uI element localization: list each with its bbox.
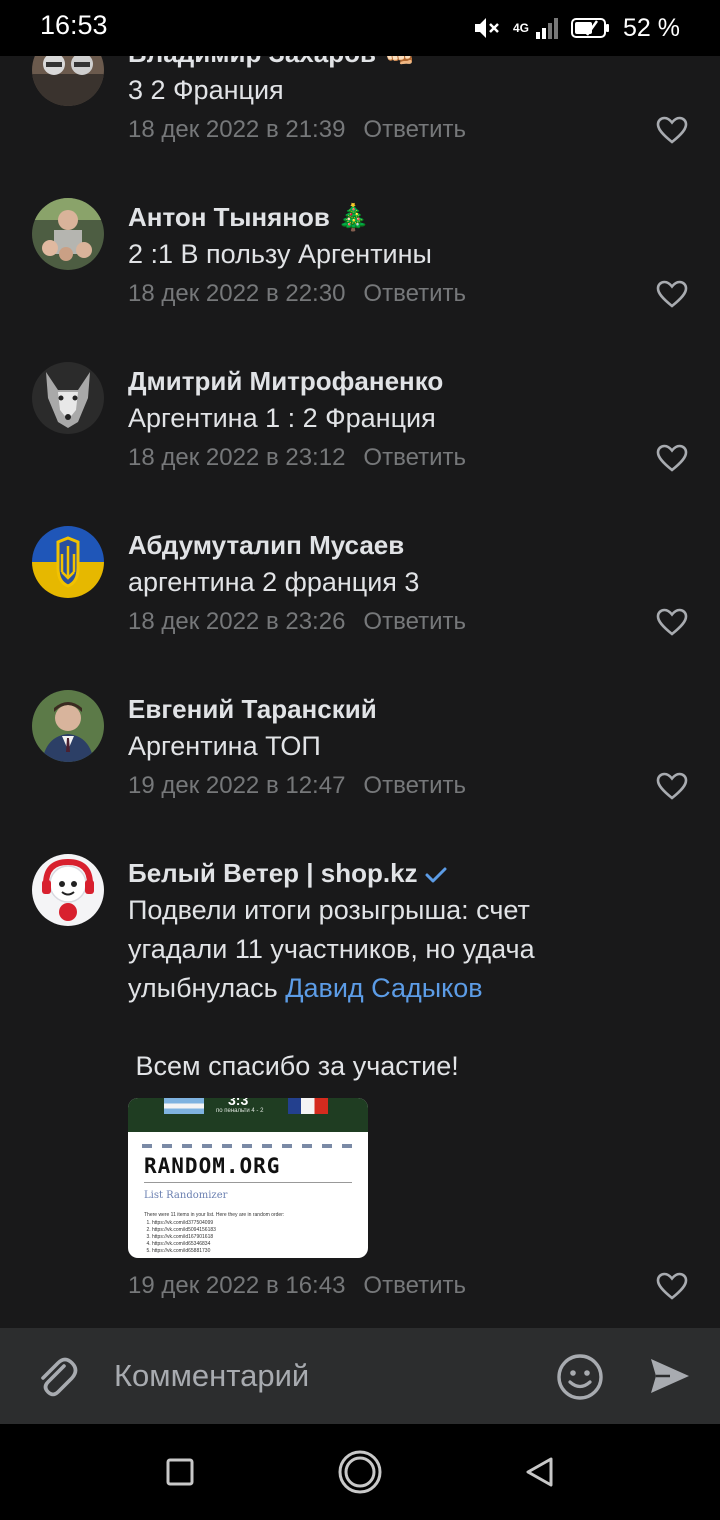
comment-text: Аргентина ТОП [128, 731, 321, 761]
list-heading: List Randomizer [144, 1190, 228, 1201]
comment-author[interactable]: Антон Тынянов 🎄 [128, 202, 369, 233]
heart-icon[interactable] [656, 1272, 688, 1300]
divider [144, 1182, 352, 1183]
random-org-logo: RANDOM.ORG [144, 1154, 281, 1178]
comment-meta: 18 дек 2022 в 21:39 Ответить [128, 116, 466, 144]
reply-button[interactable]: Ответить [363, 608, 466, 635]
heart-icon[interactable] [656, 608, 688, 636]
heart-icon[interactable] [656, 772, 688, 800]
mute-icon [475, 18, 499, 38]
heart-icon[interactable] [656, 116, 688, 144]
image-banner: 3:3 по пенальти 4 - 2 [128, 1098, 368, 1132]
reply-button[interactable]: Ответить [363, 280, 466, 307]
list-entry: https://vk.com/id65881730 [152, 1248, 216, 1255]
flag-argentina [164, 1098, 204, 1114]
reply-button[interactable]: Ответить [363, 116, 466, 143]
comment-text-line: Подвели итоги розыгрыша: счет [128, 895, 530, 925]
comment-author[interactable]: Евгений Таранский [128, 694, 377, 725]
back-icon[interactable] [524, 1456, 556, 1488]
comment-text: Подвели итоги розыгрыша: счет угадали 11… [128, 891, 608, 1086]
navigation-bar [0, 1424, 720, 1520]
comment-text: 3 2 Франция [128, 75, 284, 105]
verified-check-icon [425, 867, 447, 883]
randomized-list: https://vk.com/id377504099 https://vk.co… [138, 1220, 216, 1255]
image-nav-row [142, 1144, 354, 1148]
comment-text-line: Всем спасибо за участие! [128, 1051, 459, 1081]
comment-text: Аргентина 1 : 2 Франция [128, 403, 436, 433]
network-type: 4G [513, 21, 530, 35]
signal-icon [536, 18, 559, 39]
status-icons: 4G 52 % [473, 12, 680, 44]
comment-author[interactable]: Абдумуталип Мусаев [128, 530, 404, 561]
avatar[interactable] [32, 362, 104, 434]
comment-meta: 18 дек 2022 в 23:26 Ответить [128, 608, 466, 636]
reply-button[interactable]: Ответить [363, 1272, 466, 1299]
comment-date: 18 дек 2022 в 21:39 [128, 116, 346, 143]
comment-date: 18 дек 2022 в 23:12 [128, 444, 346, 471]
comment-text: аргентина 2 франция 3 [128, 567, 420, 597]
avatar[interactable] [32, 198, 104, 270]
battery-percent: 52 % [623, 13, 680, 42]
comment-composer: Комментарий [0, 1328, 720, 1424]
comment-meta: 19 дек 2022 в 12:47 Ответить [128, 772, 466, 800]
comment-author[interactable]: Белый Ветер | shop.kz [128, 858, 448, 889]
penalty-text: по пенальти 4 - 2 [216, 1108, 264, 1114]
list-intro: There were 11 items in your list. Here t… [144, 1212, 285, 1218]
send-icon[interactable] [648, 1354, 692, 1398]
mention-link[interactable]: Давид Садыков [285, 973, 482, 1003]
comment-input[interactable]: Комментарий [114, 1358, 309, 1394]
comment-text-line: угадали 11 участников, но удача [128, 934, 535, 964]
recent-apps-icon[interactable] [166, 1458, 194, 1486]
comment-text-fragment: улыбнулась [128, 973, 286, 1003]
avatar[interactable] [32, 690, 104, 762]
comment-date: 18 дек 2022 в 22:30 [128, 280, 346, 307]
author-name[interactable]: Белый Ветер | shop.kz [128, 858, 418, 888]
comment-date: 18 дек 2022 в 23:26 [128, 608, 346, 635]
smile-icon[interactable] [555, 1352, 605, 1402]
comments-list: Владимир Захаров 👊🏻 3 2 Франция 18 дек 2… [0, 0, 720, 1328]
reply-button[interactable]: Ответить [363, 444, 466, 471]
comment-text-line: улыбнулась Давид Садыков [128, 969, 608, 1008]
reply-button[interactable]: Ответить [363, 772, 466, 799]
battery-icon [571, 18, 610, 38]
comment-date: 19 дек 2022 в 16:43 [128, 1272, 346, 1299]
heart-icon[interactable] [656, 280, 688, 308]
avatar[interactable] [32, 854, 104, 926]
paperclip-icon[interactable] [34, 1354, 80, 1400]
score-text: 3:3 [228, 1098, 249, 1108]
comment-text: 2 :1 В пользу Аргентины [128, 239, 432, 269]
list-entry: https://vk.com/id167901618 [152, 1234, 216, 1241]
comment-date: 19 дек 2022 в 12:47 [128, 772, 346, 799]
list-entry: https://vk.com/id65346834 [152, 1241, 216, 1248]
home-icon[interactable] [337, 1449, 383, 1495]
heart-icon[interactable] [656, 444, 688, 472]
status-bar: 16:53 4G 52 % [0, 0, 720, 56]
attachment-image[interactable]: 3:3 по пенальти 4 - 2 RANDOM.ORG List Ra… [128, 1098, 368, 1258]
comment-author[interactable]: Дмитрий Митрофаненко [128, 366, 443, 397]
comment-meta: 18 дек 2022 в 23:12 Ответить [128, 444, 466, 472]
avatar[interactable] [32, 526, 104, 598]
comment-meta: 18 дек 2022 в 22:30 Ответить [128, 280, 466, 308]
flag-france [288, 1098, 328, 1114]
list-entry: https://vk.com/id5094156183 [152, 1227, 216, 1234]
list-entry: https://vk.com/id377504099 [152, 1220, 216, 1227]
status-time: 16:53 [40, 10, 108, 40]
comment-meta: 19 дек 2022 в 16:43 Ответить [128, 1272, 466, 1300]
